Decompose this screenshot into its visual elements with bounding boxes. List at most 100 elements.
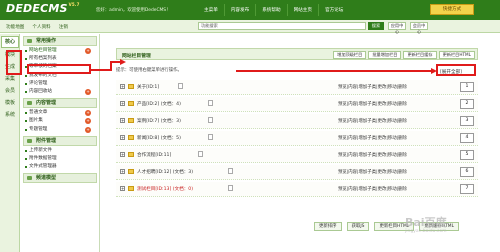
function-map-link[interactable]: 功能地图	[6, 24, 24, 30]
tab-app-center[interactable]: 应用中心	[388, 22, 406, 34]
sidebar-item-articles[interactable]: 普通文章 +	[21, 109, 99, 117]
category-name[interactable]: 测试栏目[ID:13] (文档：0)	[137, 186, 193, 192]
bullet-icon	[25, 128, 27, 131]
order-input[interactable]: 2	[460, 99, 474, 109]
category-name[interactable]: 新闻[ID:8] (文档：5)	[137, 135, 181, 141]
add-icon[interactable]: +	[85, 118, 91, 125]
order-input[interactable]: 1	[460, 82, 474, 92]
sidebar-item-attachments[interactable]: 附件数据管理	[21, 155, 99, 163]
expand-toggle-icon[interactable]: +	[120, 101, 125, 106]
batch-add-category-button[interactable]: 批量增加栏目	[368, 51, 402, 59]
expand-toggle-icon[interactable]: +	[120, 152, 125, 157]
nav-site-home[interactable]: 网站主页	[286, 4, 318, 16]
search-button[interactable]: 搜索	[368, 22, 384, 30]
sidebar-item-topics[interactable]: 专题管理 +	[21, 126, 99, 134]
nav-system-help[interactable]: 系统帮助	[255, 4, 286, 16]
folder-icon	[128, 118, 134, 123]
logo-text: DEDECMS	[6, 2, 68, 15]
expand-toggle-icon[interactable]: +	[120, 118, 125, 123]
expand-toggle-icon[interactable]: +	[120, 84, 125, 89]
vtab-member[interactable]: 会员	[1, 86, 19, 96]
category-row[interactable]: + 合作流程[ID:11] 预览|内容|增加子类|更改|移动|删除 5	[116, 148, 478, 163]
nav-main-menu[interactable]: 主菜单	[198, 4, 224, 16]
panel-title: 网站栏目管理	[122, 54, 151, 59]
sidebar-section-header[interactable]: 附件管理	[23, 135, 97, 146]
sidebar-item-recycle-bin[interactable]: 内容回收站 +	[21, 88, 99, 96]
category-row[interactable]: + 案例[ID:7] (文档：3) 预览|内容|增加子类|更改|移动|删除 3	[116, 114, 478, 129]
page-icon	[178, 83, 183, 89]
add-icon[interactable]: +	[85, 126, 91, 133]
category-name[interactable]: 关于[ID:1]	[137, 84, 159, 90]
row-actions[interactable]: 预览|内容|增加子类|更改|移动|删除	[338, 101, 407, 107]
add-icon[interactable]: +	[85, 88, 91, 95]
vtab-template[interactable]: 模板	[1, 98, 19, 108]
folder-icon	[128, 84, 134, 89]
update-category-html-button[interactable]: 更新栏目HTML	[438, 51, 475, 59]
quick-access-button[interactable]: 快捷方式	[430, 4, 474, 15]
order-input[interactable]: 5	[460, 150, 474, 160]
sidebar-section-header[interactable]: 内容管理	[23, 98, 97, 109]
sidebar-item-file-manager[interactable]: 文件式管理器	[21, 163, 99, 171]
category-name[interactable]: 产品[ID:2] (文档：4)	[137, 101, 181, 107]
row-actions[interactable]: 预览|内容|增加子类|更改|移动|删除	[338, 169, 407, 175]
function-search-input[interactable]: 功能搜索	[198, 22, 366, 30]
dedecms-logo[interactable]: DEDECMSV5.7	[6, 2, 80, 15]
order-input[interactable]: 6	[460, 167, 474, 177]
sidebar-item-all-docs[interactable]: 所有档案列表	[21, 55, 99, 63]
section-title: 频道模型	[36, 175, 57, 182]
row-actions[interactable]: 预览|内容|增加子类|更改|移动|删除	[338, 135, 407, 141]
tab-member-center[interactable]: 会员中心	[410, 22, 428, 34]
category-row[interactable]: + 人才招聘[ID:12] (文档：3) 预览|内容|增加子类|更改|移动|删除…	[116, 165, 478, 180]
top-header: DEDECMSV5.7 您好：admin，欢迎使用DedeCMS！ 主菜单 内容…	[0, 0, 500, 20]
get-js-button[interactable]: 获取JS	[346, 222, 370, 231]
category-name[interactable]: 合作流程[ID:11]	[137, 152, 171, 158]
annotation-box-expand-all	[436, 64, 476, 76]
nav-content-publish[interactable]: 内容发布	[223, 4, 255, 16]
tip-text: 提示：可使用右键菜单进行操作。	[116, 68, 182, 73]
row-actions[interactable]: 预览|内容|增加子类|更改|移动|删除	[338, 152, 407, 158]
sidebar-item-category-manage[interactable]: 网站栏目管理 +	[21, 47, 99, 55]
watermark-main: Bai百度	[405, 216, 447, 229]
section-icon	[27, 39, 32, 43]
add-top-category-button[interactable]: 增加顶级栏目	[333, 51, 367, 59]
sidebar-section-header[interactable]: 常用操作	[23, 36, 97, 46]
order-input[interactable]: 3	[460, 116, 474, 126]
expand-toggle-icon[interactable]: +	[120, 169, 125, 174]
sidebar-item-label: 评论管理	[29, 80, 48, 86]
category-name[interactable]: 人才招聘[ID:12] (文档：3)	[137, 169, 193, 175]
category-row[interactable]: + 新闻[ID:8] (文档：5) 预览|内容|增加子类|更改|移动|删除 4	[116, 131, 478, 146]
row-actions[interactable]: 预览|内容|增加子类|更改|移动|删除	[338, 84, 407, 90]
sidebar-section-header[interactable]: 频道模型	[23, 173, 97, 184]
bullet-icon	[25, 157, 27, 160]
category-row[interactable]: + 产品[ID:2] (文档：4) 预览|内容|增加子类|更改|移动|删除 2	[116, 97, 478, 112]
category-row-new[interactable]: + 测试栏目[ID:13] (文档：0) 预览|内容|增加子类|更改|移动|删除…	[116, 182, 478, 197]
order-input[interactable]: 7	[460, 184, 474, 194]
sidebar-item-label: 内容回收站	[29, 88, 52, 94]
update-category-cache-button[interactable]: 更新栏目缓存	[403, 51, 437, 59]
add-icon[interactable]: +	[85, 110, 91, 117]
expand-toggle-icon[interactable]: +	[120, 135, 125, 140]
arrow-head-icon	[431, 68, 437, 74]
category-row[interactable]: + 关于[ID:1] 预览|内容|增加子类|更改|移动|删除 1	[116, 80, 478, 95]
sidebar-item-albums[interactable]: 图片集 +	[21, 117, 99, 125]
nav-forum[interactable]: 官方论坛	[317, 4, 349, 16]
order-input[interactable]: 4	[460, 133, 474, 143]
page-icon	[228, 168, 233, 174]
annotation-arrow	[236, 70, 435, 72]
sidebar-item-comments[interactable]: 评论管理	[21, 80, 99, 88]
category-name[interactable]: 案例[ID:7] (文档：3)	[137, 118, 181, 124]
update-sort-button[interactable]: 更新排序	[314, 222, 342, 231]
vtab-core[interactable]: 核心	[1, 36, 19, 48]
vtab-collect[interactable]: 采集	[1, 74, 19, 84]
add-icon[interactable]: +	[85, 48, 91, 54]
sidebar-item-upload[interactable]: 上传新文件	[21, 147, 99, 155]
expand-toggle-icon[interactable]: +	[120, 186, 125, 191]
vtab-system[interactable]: 系统	[1, 110, 19, 120]
row-actions[interactable]: 预览|内容|增加子类|更改|移动|删除	[338, 186, 407, 192]
logout-link[interactable]: 注销	[59, 24, 68, 30]
row-actions[interactable]: 预览|内容|增加子类|更改|移动|删除	[338, 118, 407, 124]
sidebar-item-label: 文件式管理器	[29, 164, 57, 170]
profile-link[interactable]: 个人资料	[32, 24, 50, 30]
section-title: 附件管理	[36, 137, 57, 144]
sidebar-item-label: 上传新文件	[29, 147, 52, 153]
